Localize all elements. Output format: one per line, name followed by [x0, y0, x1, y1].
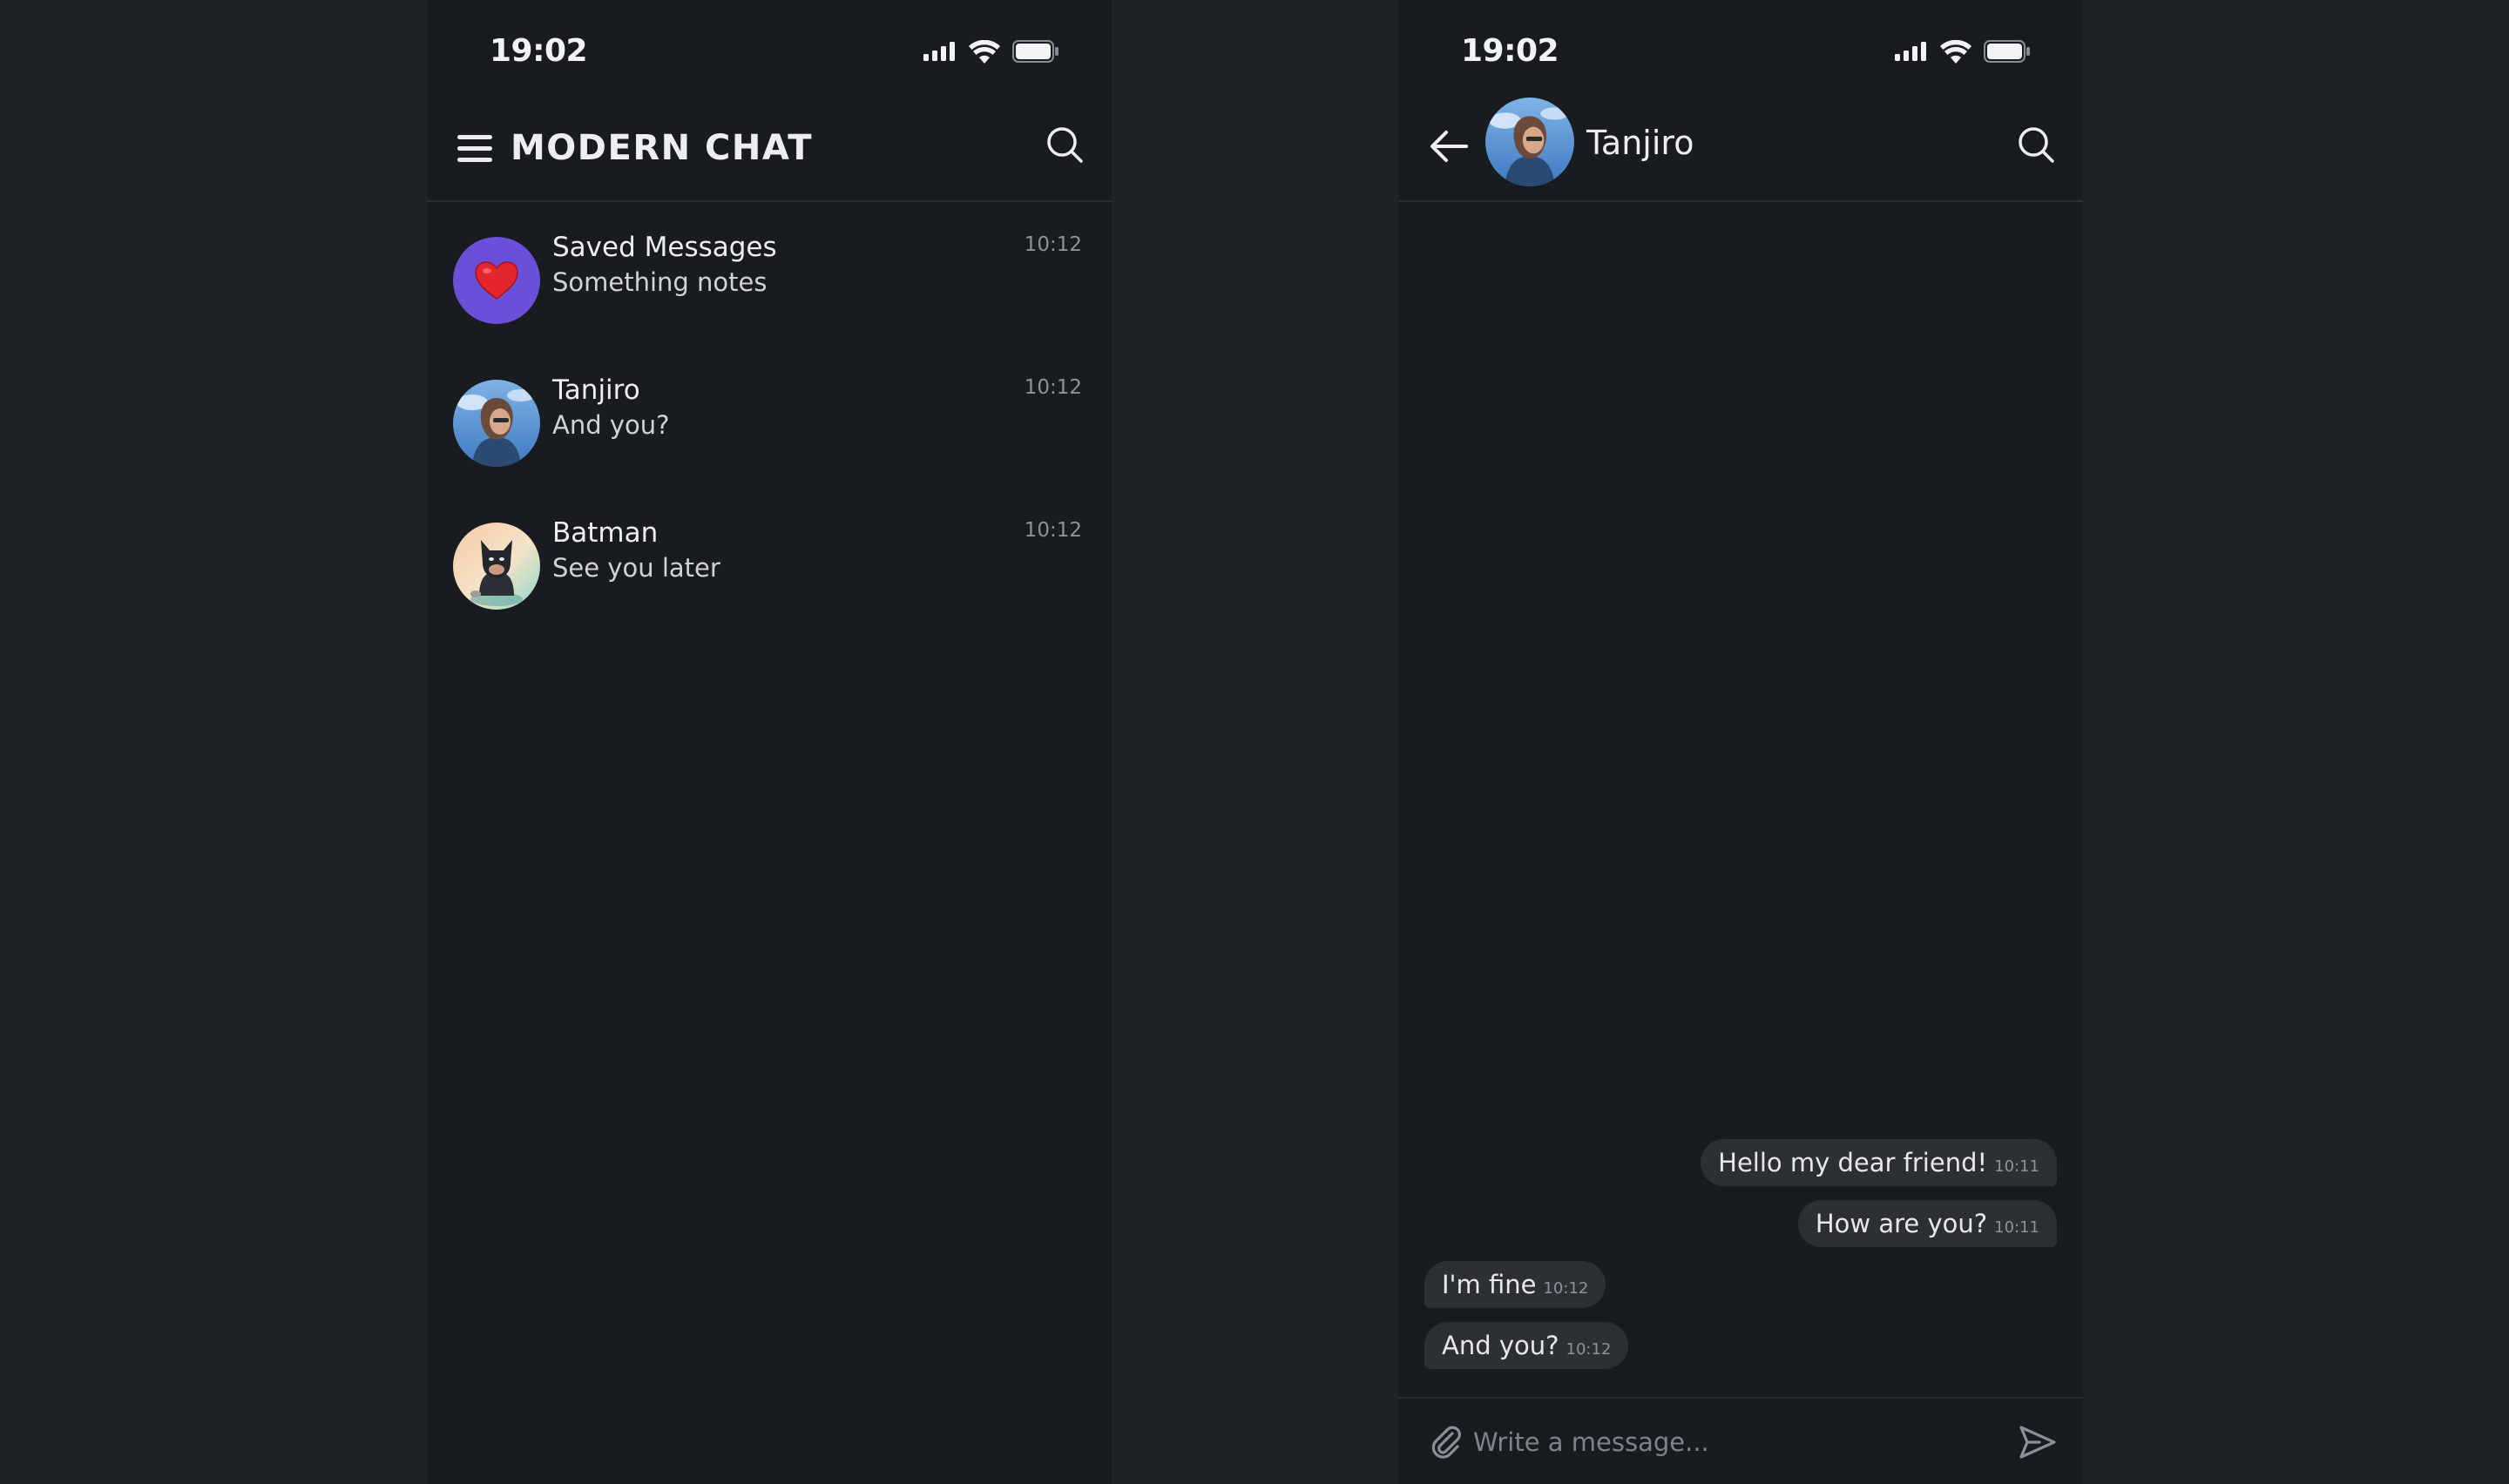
message-bubble-incoming[interactable]: And you? 10:12 [1424, 1322, 1629, 1369]
message-text: And you? [1442, 1331, 1559, 1360]
chat-preview: Something notes [552, 267, 768, 297]
message-bubble-outgoing[interactable]: Hello my dear friend! 10:11 [1701, 1139, 2057, 1186]
chat-item-batman[interactable]: Batman See you later 10:12 [427, 489, 1112, 632]
menu-button[interactable] [453, 125, 497, 172]
search-icon [1047, 127, 1083, 163]
hamburger-icon [457, 135, 492, 162]
battery-icon [1012, 40, 1058, 63]
search-button[interactable] [2010, 118, 2062, 171]
search-icon [2019, 127, 2054, 163]
chat-item-tanjiro[interactable]: Tanjiro And you? 10:12 [427, 347, 1112, 489]
chat-name: Saved Messages [552, 232, 777, 263]
message-bubble-outgoing[interactable]: How are you? 10:11 [1797, 1200, 2057, 1247]
app-stage: 19:02 MODERN CHAT Saved Messages Somethi… [0, 0, 2509, 1484]
conversation-header: Tanjiro [1398, 96, 2083, 202]
tanjiro-avatar [453, 380, 540, 467]
attach-button[interactable] [1423, 1418, 1471, 1467]
back-button[interactable] [1421, 118, 1477, 174]
chat-time: 10:12 [1024, 233, 1082, 256]
chat-list-screen: 19:02 MODERN CHAT Saved Messages Somethi… [427, 0, 1112, 1484]
message-time: 10:12 [1543, 1278, 1589, 1298]
search-button[interactable] [1038, 118, 1091, 171]
wifi-icon [969, 39, 1000, 64]
message-time: 10:11 [1994, 1157, 2039, 1176]
chat-time: 10:12 [1024, 519, 1082, 542]
send-icon [2019, 1426, 2056, 1459]
contact-avatar[interactable] [1485, 98, 1574, 186]
conversation-screen: 19:02 Tanjiro Hello my dear friend! 10:1… [1398, 0, 2083, 1484]
chat-name: Batman [552, 517, 659, 549]
status-time: 19:02 [490, 33, 588, 69]
signal-icon [1895, 42, 1926, 61]
contact-name[interactable]: Tanjiro [1586, 117, 1694, 169]
status-icons [1895, 38, 2031, 64]
chat-preview: See you later [552, 553, 720, 583]
message-text: How are you? [1815, 1209, 1988, 1238]
message-bubble-incoming[interactable]: I'm fine 10:12 [1424, 1261, 1606, 1308]
chat-list: Saved Messages Something notes 10:12 Tan… [427, 204, 1112, 632]
status-bar: 19:02 [427, 0, 1112, 96]
arrow-left-icon [1430, 131, 1468, 162]
heart-icon [475, 261, 518, 300]
chat-list-header: MODERN CHAT [427, 96, 1112, 202]
battery-icon [1984, 40, 2030, 63]
wifi-icon [1940, 39, 1971, 64]
paperclip-icon [1431, 1426, 1461, 1459]
send-button[interactable] [2012, 1416, 2064, 1468]
message-input[interactable] [1473, 1418, 1961, 1467]
message-time: 10:12 [1566, 1339, 1612, 1359]
status-icons [923, 38, 1059, 64]
chat-preview: And you? [552, 410, 670, 440]
signal-icon [923, 42, 955, 61]
chat-name: Tanjiro [552, 374, 640, 406]
message-time: 10:11 [1994, 1218, 2039, 1237]
chat-time: 10:12 [1024, 376, 1082, 399]
chat-item-saved-messages[interactable]: Saved Messages Something notes 10:12 [427, 204, 1112, 347]
app-title: MODERN CHAT [511, 128, 814, 168]
message-composer [1398, 1397, 2083, 1484]
status-time: 19:02 [1461, 33, 1559, 69]
batman-avatar [453, 523, 540, 610]
avatar [453, 237, 540, 324]
message-text: Hello my dear friend! [1718, 1148, 1988, 1177]
message-text: I'm fine [1442, 1270, 1537, 1299]
status-bar: 19:02 [1398, 0, 2083, 96]
